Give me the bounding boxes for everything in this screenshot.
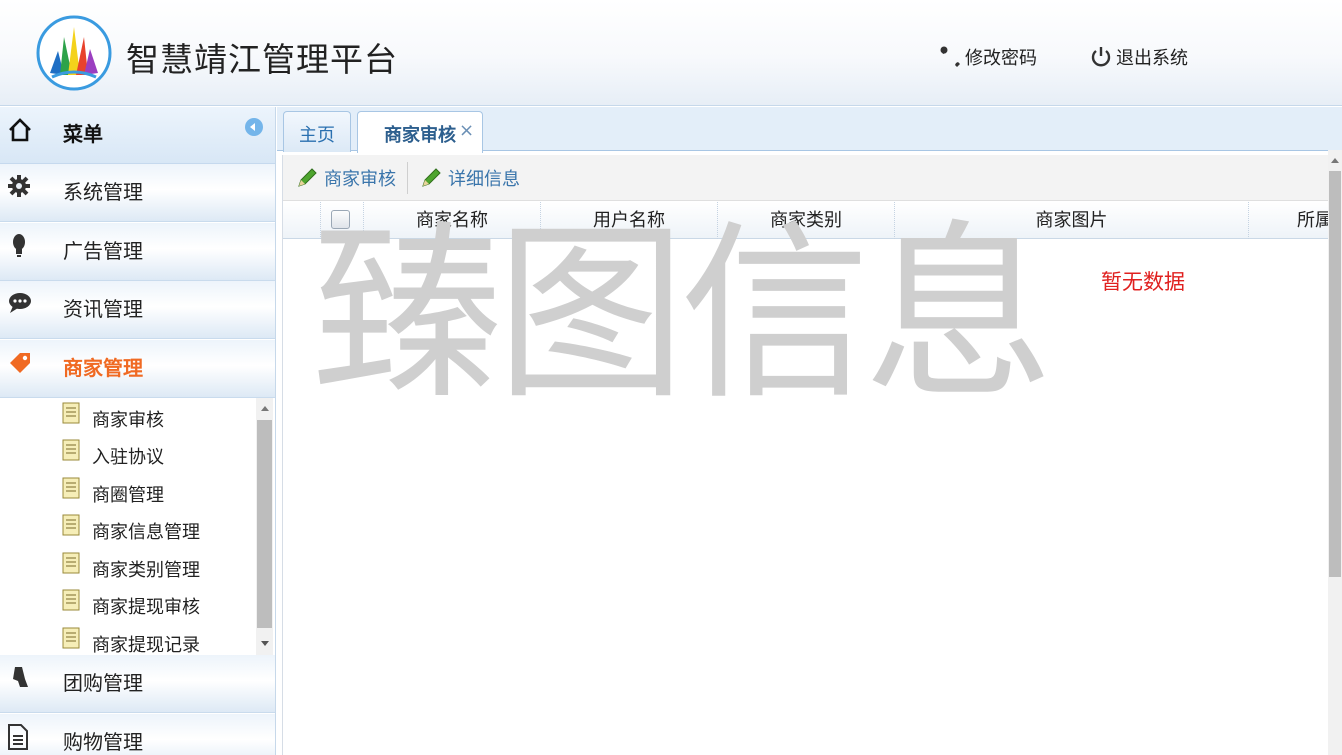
submenu-item-merchant-info[interactable]: 商家信息管理 bbox=[0, 510, 256, 547]
scrollbar-thumb[interactable] bbox=[257, 420, 272, 628]
sidebar-group-label: 商家管理 bbox=[63, 356, 143, 380]
change-password-label: 修改密码 bbox=[965, 48, 1037, 69]
column-header[interactable]: 商家名称 bbox=[364, 202, 541, 239]
column-header[interactable]: 用户名称 bbox=[541, 202, 718, 239]
pencil-icon bbox=[298, 168, 317, 187]
scroll-up-arrow-icon[interactable] bbox=[261, 406, 269, 411]
submenu-item-withdraw-records[interactable]: 商家提现记录 bbox=[0, 623, 256, 655]
submenu-label: 商圈管理 bbox=[92, 485, 164, 506]
wrench-icon bbox=[940, 46, 960, 67]
logout-label: 退出系统 bbox=[1116, 48, 1188, 69]
submenu-item-merchant-audit[interactable]: 商家审核 bbox=[0, 398, 256, 435]
sidebar-group-ads[interactable]: 广告管理 bbox=[0, 223, 275, 281]
sidebar-group-merchant[interactable]: 商家管理 bbox=[0, 340, 275, 398]
chat-bubble-icon bbox=[9, 293, 31, 313]
submenu-scrollbar[interactable] bbox=[256, 398, 273, 655]
change-password-button[interactable]: 修改密码 bbox=[938, 42, 1037, 72]
app-title: 智慧靖江管理平台 bbox=[126, 40, 398, 79]
tab-merchant-audit[interactable]: 商家审核 × bbox=[357, 111, 483, 153]
sidebar-group-label: 资讯管理 bbox=[63, 297, 143, 321]
logout-button[interactable]: 退出系统 bbox=[1089, 42, 1188, 72]
tab-bar: 主页 商家审核 × bbox=[277, 107, 1342, 153]
submenu-label: 商家信息管理 bbox=[92, 522, 200, 543]
sidebar: 菜单 系统管理 广告管理 资讯管理 商家管理 商家审核 入驻协议 商圈管理 商家… bbox=[0, 107, 276, 755]
menu-title: 菜单 bbox=[63, 122, 103, 146]
tab-label: 商家审核 bbox=[384, 125, 456, 146]
detail-info-button[interactable]: 详细信息 bbox=[420, 163, 520, 193]
tag-icon bbox=[10, 353, 30, 373]
sidebar-group-label: 团购管理 bbox=[63, 671, 143, 695]
sidebar-group-label: 购物管理 bbox=[63, 730, 143, 754]
merchant-submenu: 商家审核 入驻协议 商圈管理 商家信息管理 商家类别管理 商家提现审核 商家提现… bbox=[0, 398, 275, 655]
toolbar-divider bbox=[407, 162, 408, 194]
home-icon bbox=[9, 118, 31, 142]
content-scrollbar[interactable] bbox=[1328, 150, 1342, 755]
pencil-icon bbox=[422, 168, 441, 187]
grid-check-header bbox=[321, 202, 364, 239]
sidebar-group-news[interactable]: 资讯管理 bbox=[0, 281, 275, 339]
sidebar-group-label: 广告管理 bbox=[63, 239, 143, 263]
submenu-label: 商家提现审核 bbox=[92, 597, 200, 618]
document-icon bbox=[62, 439, 80, 461]
grid-rownum-header bbox=[283, 202, 321, 239]
document-icon bbox=[62, 514, 80, 536]
tab-home[interactable]: 主页 bbox=[283, 111, 351, 152]
select-all-checkbox[interactable] bbox=[331, 210, 350, 229]
toolbar: 商家审核 详细信息 bbox=[283, 155, 1328, 201]
tab-label: 主页 bbox=[299, 125, 335, 146]
main-content: 商家审核 详细信息 商家名称 用户名称 商家类别 商家图片 所属 bbox=[282, 155, 1328, 755]
collapse-sidebar-button[interactable] bbox=[245, 118, 263, 136]
sidebar-group-system[interactable]: 系统管理 bbox=[0, 164, 275, 222]
empty-data-message: 暂无数据 bbox=[1101, 270, 1185, 294]
submenu-label: 入驻协议 bbox=[92, 447, 164, 468]
submenu-item-business-circle[interactable]: 商圈管理 bbox=[0, 473, 256, 510]
sidebar-group-shopping[interactable]: 购物管理 bbox=[0, 714, 275, 755]
merchant-audit-label: 商家审核 bbox=[324, 169, 396, 190]
hand-icon bbox=[13, 667, 28, 687]
submenu-item-withdraw-audit[interactable]: 商家提现审核 bbox=[0, 585, 256, 622]
submenu-item-settle-agreement[interactable]: 入驻协议 bbox=[0, 435, 256, 472]
document-icon bbox=[62, 552, 80, 574]
document-icon bbox=[62, 627, 80, 649]
document-icon bbox=[62, 477, 80, 499]
document-icon bbox=[8, 724, 28, 750]
power-icon bbox=[1091, 47, 1111, 67]
submenu-label: 商家审核 bbox=[92, 410, 164, 431]
column-header[interactable]: 商家类别 bbox=[718, 202, 895, 239]
detail-info-label: 详细信息 bbox=[448, 169, 520, 190]
document-icon bbox=[62, 589, 80, 611]
menu-header: 菜单 bbox=[0, 107, 275, 164]
scroll-up-arrow-icon[interactable] bbox=[1331, 158, 1339, 163]
submenu-item-merchant-category[interactable]: 商家类别管理 bbox=[0, 548, 256, 585]
merchant-audit-button[interactable]: 商家审核 bbox=[296, 163, 396, 193]
column-header[interactable]: 所属 bbox=[1249, 202, 1328, 239]
sidebar-group-groupbuy[interactable]: 团购管理 bbox=[0, 655, 275, 713]
app-header: 智慧靖江管理平台 修改密码 退出系统 bbox=[0, 0, 1342, 106]
column-header[interactable]: 商家图片 bbox=[895, 202, 1249, 239]
submenu-label: 商家类别管理 bbox=[92, 560, 200, 581]
app-logo bbox=[36, 15, 112, 91]
scrollbar-thumb[interactable] bbox=[1329, 171, 1341, 577]
scroll-down-arrow-icon[interactable] bbox=[261, 641, 269, 646]
sidebar-group-label: 系统管理 bbox=[63, 180, 143, 204]
grid-header: 商家名称 用户名称 商家类别 商家图片 所属 bbox=[283, 202, 1328, 239]
document-icon bbox=[62, 402, 80, 424]
lightbulb-icon bbox=[13, 234, 25, 257]
submenu-label: 商家提现记录 bbox=[92, 635, 200, 655]
gear-icon bbox=[8, 175, 30, 197]
close-icon[interactable]: × bbox=[459, 120, 474, 141]
